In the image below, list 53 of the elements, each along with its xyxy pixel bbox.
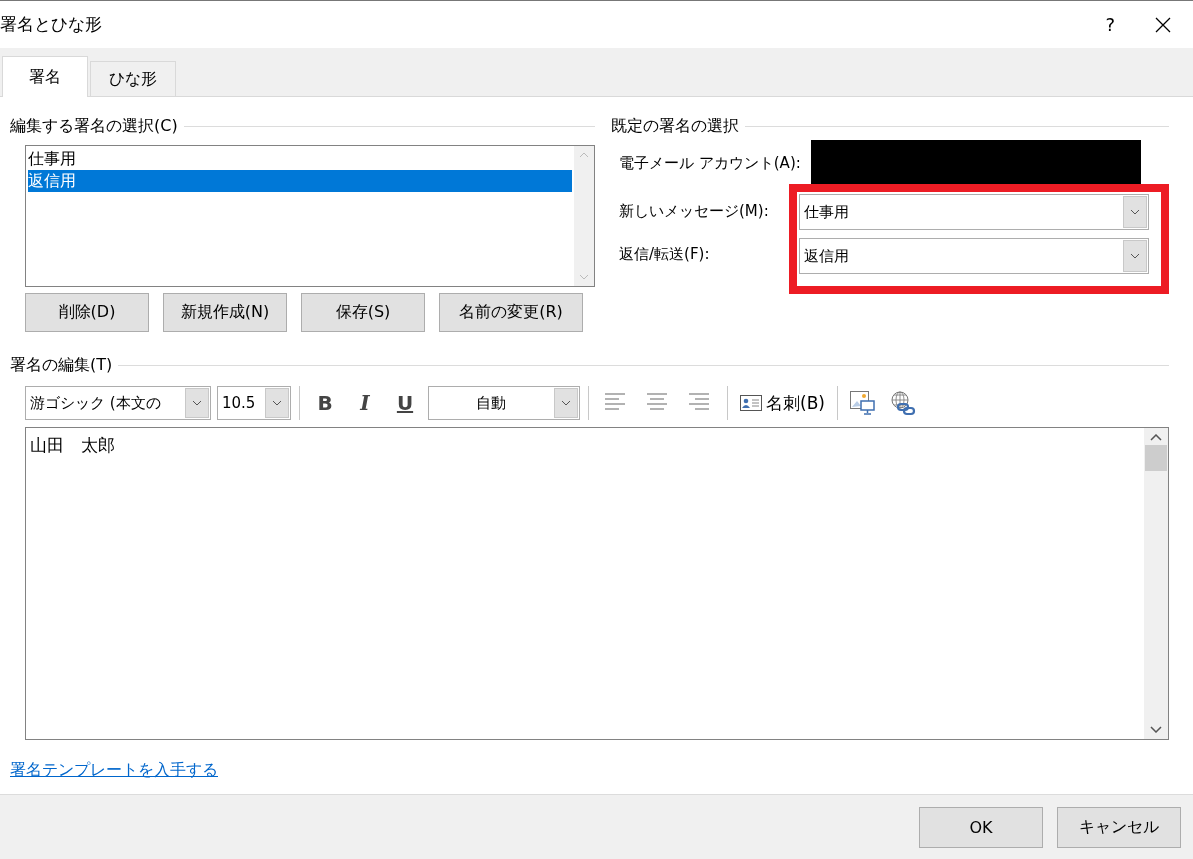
field-label: 電子メール アカウント(A): [619, 152, 801, 173]
section-heading: 署名の編集(T) [10, 354, 113, 376]
signature-item[interactable]: 仕事用 [28, 148, 572, 170]
chevron-down-icon[interactable] [1150, 726, 1162, 733]
close-icon[interactable] [1155, 16, 1171, 33]
action-button[interactable]: 新規作成(N) [163, 293, 287, 332]
chevron-down-icon [272, 400, 282, 406]
font-dropdown[interactable]: 游ゴシック (本文の [25, 386, 211, 420]
hyperlink-icon[interactable] [889, 390, 916, 416]
chevron-down-icon [561, 400, 571, 406]
dropdown-field[interactable]: 返信用 [799, 238, 1149, 274]
tab[interactable]: ひな形 [90, 61, 176, 96]
underline-button[interactable]: U [388, 391, 422, 415]
signature-item[interactable]: 返信用 [28, 170, 572, 192]
action-button[interactable]: 削除(D) [25, 293, 149, 332]
field-label: 新しいメッセージ(M): [619, 201, 769, 222]
dropdown-button[interactable] [1123, 240, 1147, 272]
chevron-down-icon [1130, 253, 1140, 259]
tab[interactable]: 署名 [2, 56, 88, 97]
picture-icon[interactable] [849, 391, 876, 415]
action-button[interactable]: 名前の変更(R) [439, 293, 583, 332]
dropdown-button[interactable] [185, 388, 209, 418]
dropdown-button[interactable] [1123, 196, 1147, 228]
action-button[interactable]: 保存(S) [301, 293, 425, 332]
dropdown-button[interactable] [265, 388, 289, 418]
signature-editor[interactable]: 山田 太郎 [25, 427, 1169, 740]
section-heading: 既定の署名の選択 [611, 115, 739, 137]
chevron-up-icon[interactable] [1150, 434, 1162, 441]
dialog-button[interactable]: OK [919, 806, 1043, 848]
signature-text: 山田 太郎 [29, 434, 116, 457]
scrollbar[interactable] [1144, 428, 1168, 739]
business-card-button[interactable]: 名刺(B) [736, 391, 829, 415]
section-heading: 編集する署名の選択(C) [10, 115, 178, 137]
italic-button[interactable]: I [348, 391, 382, 415]
bold-button[interactable]: B [308, 391, 342, 415]
size-dropdown[interactable]: 10.5 [217, 386, 291, 420]
dropdown-field[interactable]: 仕事用 [799, 194, 1149, 230]
chevron-down-icon [1130, 209, 1140, 215]
dropdown-value: 仕事用 [803, 201, 850, 223]
color-dropdown[interactable]: 自動 [428, 386, 580, 420]
template-link[interactable]: 署名テンプレートを入手する [10, 760, 218, 781]
help-button[interactable]: ? [1105, 14, 1115, 35]
window-title: 署名とひな形 [0, 13, 102, 36]
size-value: 10.5 [221, 393, 257, 414]
dialog-button[interactable]: キャンセル [1057, 806, 1181, 848]
dropdown-value: 返信用 [803, 245, 850, 267]
scrollbar-thumb[interactable] [1145, 445, 1167, 471]
business-card-icon [740, 395, 762, 411]
field-label: 返信/転送(F): [619, 244, 711, 265]
chevron-down-icon [192, 400, 202, 406]
color-value: 自動 [475, 392, 507, 414]
dropdown-button[interactable] [554, 388, 578, 418]
font-value: 游ゴシック (本文の [29, 392, 162, 414]
